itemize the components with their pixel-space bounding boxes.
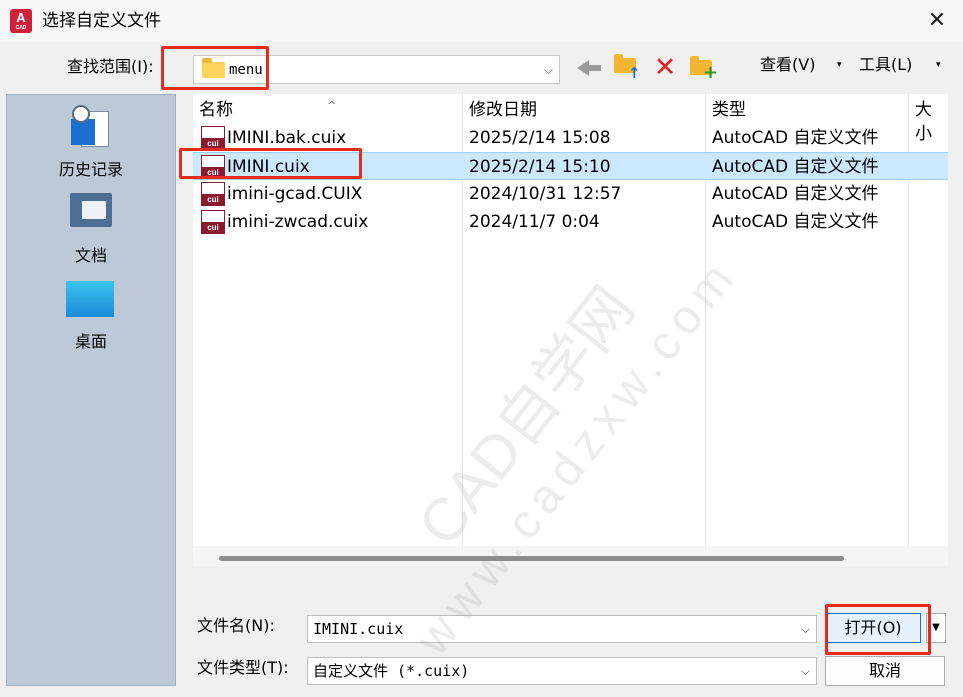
filename-label: 文件名(N): [197,616,275,635]
file-row[interactable]: cui imini-gcad.CUIX 2024/10/31 12:57 Aut… [193,180,948,208]
file-row[interactable]: cui imini-zwcad.cuix 2024/11/7 0:04 Auto… [193,208,948,236]
horizontal-scrollbar[interactable] [193,546,948,566]
delete-icon[interactable]: ✕ [649,54,681,82]
dialog-title: 选择自定义文件 [42,11,161,31]
desktop-icon [66,281,114,317]
file-type: AutoCAD 自定义文件 [712,157,879,177]
file-name: imini-gcad.CUIX [227,184,363,204]
column-header-type[interactable]: 类型 [712,98,746,122]
file-date: 2024/11/7 0:04 [469,212,600,232]
file-name: imini-zwcad.cuix [227,212,369,232]
places-bar: 历史记录 文档 桌面 [6,94,176,686]
column-header-name[interactable]: 名称 ^ [199,98,336,122]
title-bar: A CAD 选择自定义文件 ✕ [0,0,963,42]
scrollbar-thumb[interactable] [219,556,844,561]
chevron-down-icon[interactable]: ⌵ [801,661,810,681]
back-arrow-icon[interactable] [575,54,607,82]
cancel-button[interactable]: 取消 [825,656,945,686]
tools-menu-arrow-icon[interactable]: ▾ [936,54,941,76]
view-menu-arrow-icon[interactable]: ▾ [837,54,842,76]
documents-folder-icon [70,193,112,227]
highlight-selected-file [179,148,362,179]
file-date: 2024/10/31 12:57 [469,184,622,204]
file-name: IMINI.bak.cuix [227,128,347,148]
file-type: AutoCAD 自定义文件 [712,212,879,232]
cuix-file-icon: cui [201,210,225,234]
view-menu[interactable]: 查看(V) [760,54,815,76]
file-date: 2025/2/14 15:10 [469,157,611,177]
place-desktop-label: 桌面 [74,332,107,351]
place-documents-label: 文档 [74,246,107,265]
file-date: 2025/2/14 15:08 [469,128,611,148]
filename-input[interactable]: IMINI.cuix ⌵ [307,615,817,643]
place-history-label: 历史记录 [58,160,123,179]
history-icon [71,105,115,149]
chevron-down-icon: ⌵ [543,63,553,77]
highlight-look-in [161,46,269,90]
new-folder-icon[interactable]: + [688,54,720,82]
look-in-label: 查找范围(I): [67,57,154,76]
filetype-dropdown[interactable]: 自定义文件 (*.cuix) ⌵ [307,657,817,685]
tools-menu[interactable]: 工具(L) [859,54,912,76]
file-type: AutoCAD 自定义文件 [712,184,879,204]
sort-ascending-icon: ^ [327,99,337,112]
autocad-app-icon: A CAD [10,9,32,33]
cuix-file-icon: cui [201,126,225,150]
column-header-date[interactable]: 修改日期 [469,98,537,122]
close-icon: ✕ [927,8,947,33]
filetype-label: 文件类型(T): [197,658,289,677]
up-one-level-icon[interactable]: ↑ [612,54,644,82]
cuix-file-icon: cui [201,182,225,206]
highlight-open-button [825,604,931,655]
file-type: AutoCAD 自定义文件 [712,128,879,148]
chevron-down-icon[interactable]: ⌵ [801,619,810,639]
close-button[interactable]: ✕ [920,6,954,36]
